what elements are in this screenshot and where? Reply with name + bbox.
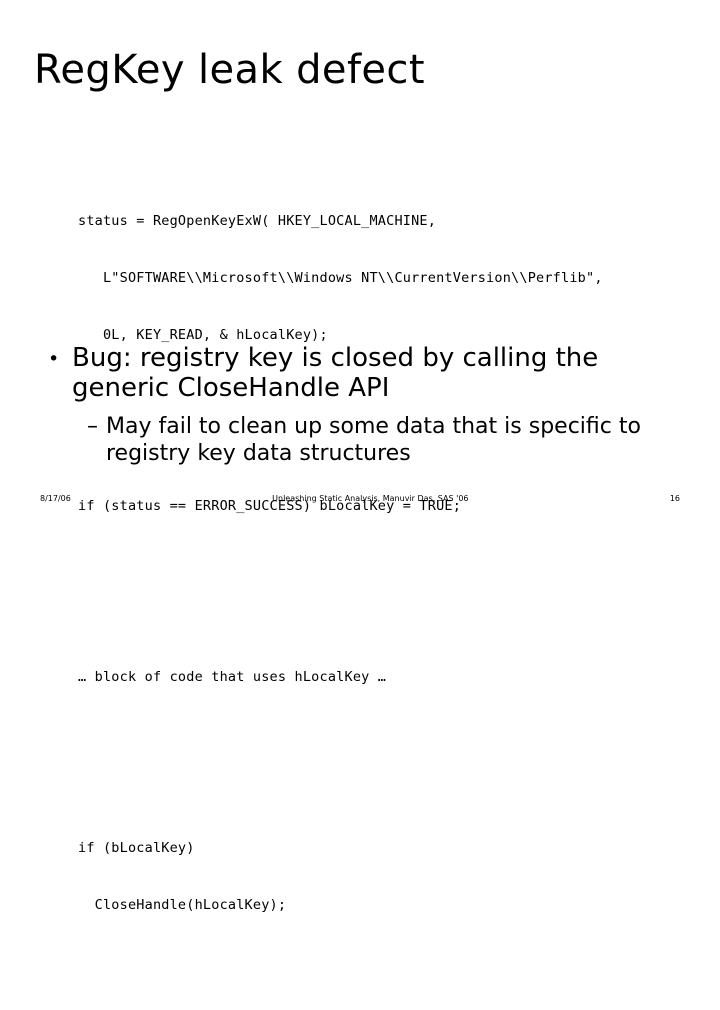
slide-footer: 8/17/06 Unleashing Static Analysis, Manu… (40, 492, 680, 506)
code-line: if (bLocalKey) (78, 840, 195, 856)
bullet-item: • Bug: registry key is closed by calling… (48, 343, 688, 403)
footer-date: 8/17/06 (40, 494, 71, 503)
subbullet-list: – May fail to clean up some data that is… (48, 413, 688, 467)
bullet-list: • Bug: registry key is closed by calling… (48, 343, 688, 467)
code-line: CloseHandle(hLocalKey); (78, 897, 287, 913)
code-paragraph: if (bLocalKey) CloseHandle(hLocalKey); (78, 801, 693, 953)
code-line: L"SOFTWARE\\Microsoft\\Windows NT\\Curre… (78, 270, 603, 286)
code-block: status = RegOpenKeyExW( HKEY_LOCAL_MACHI… (78, 117, 693, 1010)
bullet-marker-icon: • (48, 348, 60, 370)
subbullet-text: May fail to clean up some data that is s… (106, 414, 641, 466)
code-line: status = RegOpenKeyExW( HKEY_LOCAL_MACHI… (78, 213, 437, 229)
footer-title: Unleashing Static Analysis, Manuvir Das,… (272, 494, 469, 503)
footer-page-number: 16 (669, 494, 680, 503)
slide-title: RegKey leak defect (34, 47, 425, 93)
subbullet-dash-icon: – (87, 414, 98, 439)
bullet-text: Bug: registry key is closed by calling t… (72, 343, 599, 403)
slide: RegKey leak defect status = RegOpenKeyEx… (0, 0, 720, 913)
subbullet-item: – May fail to clean up some data that is… (87, 413, 688, 467)
code-line: … block of code that uses hLocalKey … (78, 669, 387, 685)
code-paragraph: … block of code that uses hLocalKey … (78, 630, 693, 725)
